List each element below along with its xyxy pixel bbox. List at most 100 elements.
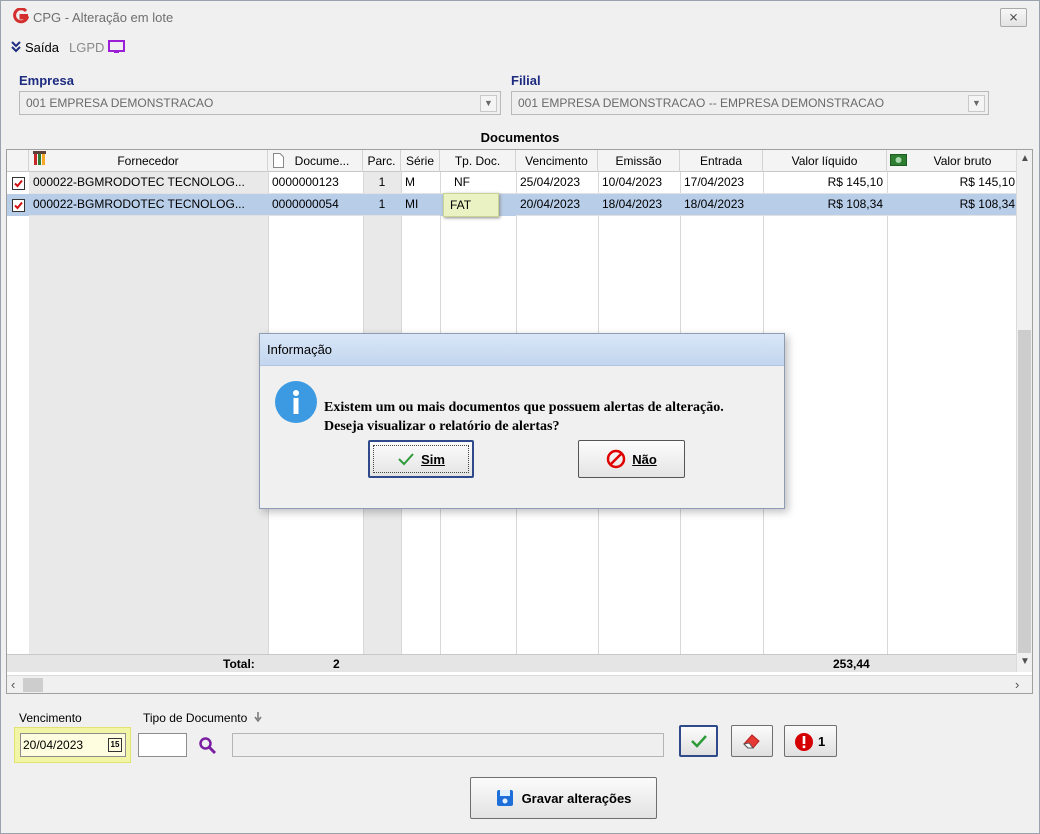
header-documento-label: Docume... (294, 154, 350, 168)
cancel-icon (606, 449, 626, 469)
check-icon (14, 179, 23, 188)
header-fornecedor[interactable]: Fornecedor (29, 150, 268, 172)
grey-column (29, 172, 268, 654)
header-tp-doc[interactable]: Tp. Doc. (440, 150, 516, 172)
cell-serie: MI (401, 194, 440, 216)
vencimento-label: Vencimento (19, 711, 82, 725)
no-button[interactable]: Não (578, 440, 685, 478)
tipo-documento-input[interactable] (138, 733, 187, 757)
filial-value: 001 EMPRESA DEMONSTRACAO -- EMPRESA DEMO… (518, 96, 885, 110)
total-sum: 253,44 (833, 657, 870, 671)
row-checkbox[interactable] (12, 177, 25, 190)
alert-count: 1 (818, 734, 826, 749)
chevron-down-icon[interactable]: ▼ (480, 95, 497, 112)
row-checkbox[interactable] (12, 199, 25, 212)
cell-emissao: 10/04/2023 (598, 172, 680, 194)
scroll-down-icon[interactable]: ▼ (1020, 656, 1030, 667)
cell-parc: 1 (363, 194, 401, 216)
cell-parc: 1 (363, 172, 401, 194)
scroll-left-icon[interactable]: ‹ (11, 677, 15, 692)
vencimento-input[interactable]: 20/04/2023 15 (20, 733, 126, 757)
title-bar: CPG - Alteração em lote ⨯ (1, 1, 1039, 31)
confirm-button[interactable] (679, 725, 718, 757)
empresa-value: 001 EMPRESA DEMONSTRACAO (26, 96, 214, 110)
check-icon (691, 735, 707, 748)
eraser-icon (742, 734, 760, 749)
alert-icon (795, 733, 813, 751)
scroll-thumb[interactable] (23, 678, 43, 692)
monitor-icon (108, 40, 126, 53)
dialog-title: Informação (260, 334, 784, 366)
chevron-down-icon[interactable]: ▼ (968, 95, 985, 112)
table-row[interactable]: 000022-BGMRODOTEC TECNOLOG... 0000000123… (7, 172, 1019, 194)
cell-tp-doc: NF (440, 172, 516, 194)
header-parc[interactable]: Parc. (363, 150, 401, 172)
cell-tp-doc-editing[interactable]: FAT (443, 193, 499, 217)
total-label: Total: (223, 657, 255, 671)
total-count: 2 (333, 657, 340, 671)
required-arrow-icon (254, 712, 262, 723)
dialog-message-line2: Deseja visualizar o relatório de alertas… (324, 419, 560, 434)
gravar-label: Gravar alterações (521, 790, 632, 806)
information-dialog: Informação Existem um ou mais documentos… (259, 333, 785, 509)
save-disk-icon (496, 790, 513, 806)
header-emissao[interactable]: Emissão (598, 150, 680, 172)
filial-select[interactable]: 001 EMPRESA DEMONSTRACAO -- EMPRESA DEMO… (511, 91, 989, 115)
header-entrada[interactable]: Entrada (680, 150, 763, 172)
header-documento[interactable]: Docume... (268, 150, 363, 172)
header-fornecedor-label: Fornecedor (117, 154, 179, 168)
header-check-col (7, 150, 29, 172)
vendor-icon (33, 151, 46, 165)
header-valor-bruto-label: Valor bruto (933, 154, 992, 168)
grid-header: Fornecedor Docume... Parc. Série Tp. Doc… (7, 150, 1019, 172)
cell-emissao: 18/04/2023 (598, 194, 680, 216)
cell-valor-bruto: R$ 145,10 (887, 172, 1019, 194)
calendar-icon[interactable]: 15 (108, 738, 122, 752)
table-row-selected[interactable]: 000022-BGMRODOTEC TECNOLOG... 0000000054… (7, 194, 1019, 216)
header-serie[interactable]: Série (401, 150, 440, 172)
header-valor-liquido[interactable]: Valor líquido (763, 150, 887, 172)
cell-vencimento: 20/04/2023 (516, 194, 598, 216)
info-icon (275, 381, 317, 423)
close-button[interactable]: ⨯ (1000, 8, 1027, 27)
exit-arrow-icon (11, 41, 21, 53)
vencimento-value: 20/04/2023 (23, 738, 84, 752)
horizontal-scrollbar[interactable]: ‹ › (7, 675, 1032, 693)
tipo-documento-label: Tipo de Documento (143, 711, 262, 725)
vertical-scrollbar[interactable]: ▲ ▼ (1016, 150, 1032, 672)
check-icon (14, 201, 23, 210)
menu-item-saida[interactable]: Saída (11, 40, 59, 55)
cell-vencimento: 25/04/2023 (516, 172, 598, 194)
vencimento-highlight: 20/04/2023 15 (14, 727, 131, 763)
cell-valor-bruto: R$ 108,34 (887, 194, 1019, 216)
yes-button[interactable]: Sim (368, 440, 474, 478)
cell-valor-liquido: R$ 145,10 (763, 172, 887, 194)
scroll-thumb[interactable] (1018, 330, 1031, 653)
scroll-up-icon[interactable]: ▲ (1020, 153, 1030, 164)
cell-documento: 0000000054 (268, 194, 363, 216)
cell-entrada: 17/04/2023 (680, 172, 763, 194)
cell-fornecedor: 000022-BGMRODOTEC TECNOLOG... (29, 194, 268, 216)
header-valor-bruto[interactable]: Valor bruto (887, 150, 1019, 172)
header-vencimento[interactable]: Vencimento (516, 150, 598, 172)
cell-serie: M (401, 172, 440, 194)
grid-footer: Total: 2 253,44 (7, 654, 1019, 672)
empresa-select[interactable]: 001 EMPRESA DEMONSTRACAO ▼ (19, 91, 501, 115)
no-label: Não (632, 451, 657, 467)
main-window: CPG - Alteração em lote ⨯ Saída LGPD Emp… (0, 0, 1040, 834)
menu-saida-label: Saída (25, 39, 59, 55)
search-icon[interactable] (198, 736, 217, 755)
dialog-message-line1: Existem um ou mais documentos que possue… (324, 400, 724, 415)
grid-title: Documentos (480, 130, 560, 145)
clear-button[interactable] (731, 725, 773, 757)
alerts-button[interactable]: 1 (784, 725, 837, 757)
cell-fornecedor: 000022-BGMRODOTEC TECNOLOG... (29, 172, 268, 194)
window-title: CPG - Alteração em lote (33, 10, 174, 25)
gravar-alteracoes-button[interactable]: Gravar alterações (470, 777, 657, 819)
menu-bar: Saída LGPD (11, 37, 126, 57)
filial-label: Filial (511, 73, 541, 88)
money-icon (890, 154, 907, 166)
scroll-right-icon[interactable]: › (1015, 677, 1019, 692)
cell-valor-liquido: R$ 108,34 (763, 194, 887, 216)
menu-item-lgpd[interactable]: LGPD (69, 40, 126, 55)
